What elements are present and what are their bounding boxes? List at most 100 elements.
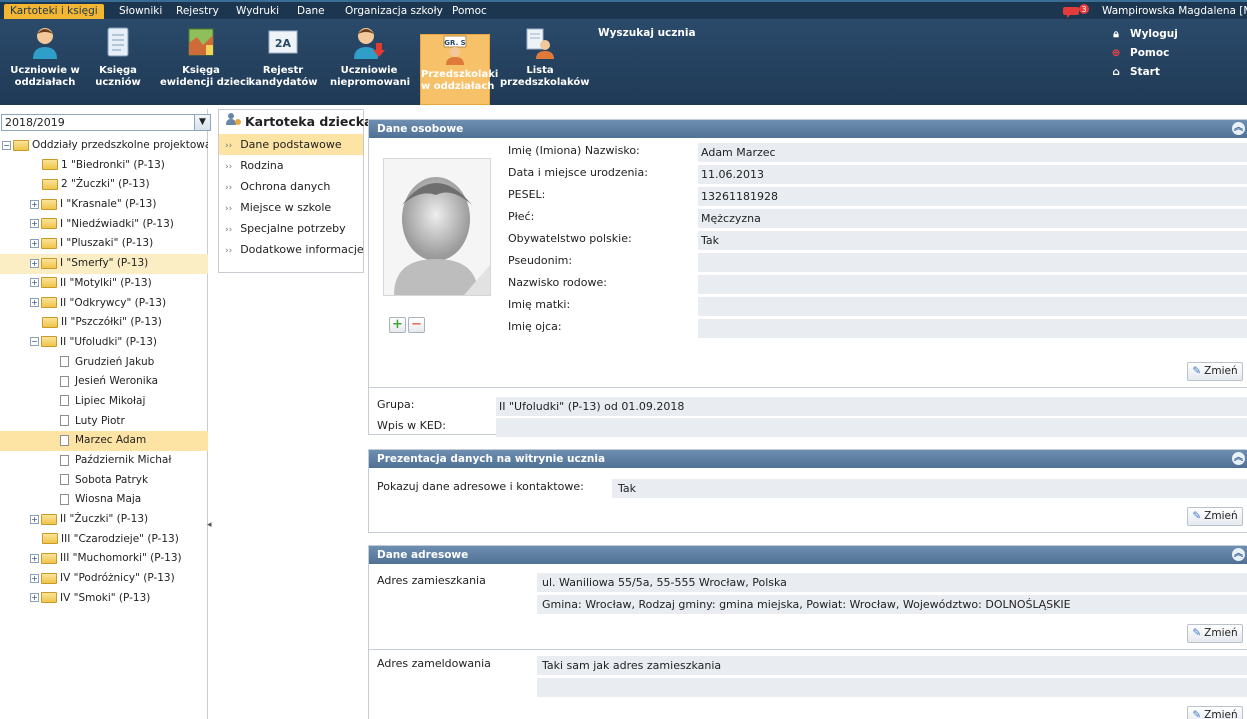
change-residence-button[interactable]: ✎ Zmień — [1187, 624, 1243, 643]
non-promoted-pupils-button[interactable]: Uczniowie niepromowani — [330, 25, 410, 103]
field-value: 13261181928 — [698, 187, 1247, 206]
pupils-in-classes-button[interactable]: Uczniowie w oddziałach — [10, 25, 80, 103]
change-personal-button[interactable]: ✎ Zmień — [1187, 362, 1243, 381]
school-year-select[interactable]: 2018/2019 ▼ — [1, 114, 211, 131]
tab-item[interactable]: ›› Rodzina — [219, 155, 363, 176]
children-register-book-button[interactable]: Księga ewidencji dzieci — [160, 25, 249, 103]
field-value: Mężczyzna — [698, 209, 1247, 228]
list-pupils-icon — [526, 28, 554, 59]
preschoolers-list-button[interactable]: Lista przedszkolaków — [500, 25, 590, 103]
preschoolers-in-classes-button[interactable]: GR. S Przedszkolaki w oddziałach — [420, 34, 499, 105]
expand-node-icon[interactable]: + — [30, 553, 39, 563]
tree-pupil[interactable]: Grudzień Jakub — [0, 353, 208, 373]
expand-node-icon[interactable]: + — [30, 258, 39, 268]
tab-item[interactable]: ›› Specjalne potrzeby — [219, 218, 363, 239]
divider — [369, 649, 1247, 650]
tab-item[interactable]: ›› Miejsce w szkole — [219, 197, 363, 218]
pupil-down-icon — [354, 28, 385, 59]
tree-group[interactable]: + I "Krasnale" (P-13) — [0, 195, 208, 215]
tree-group[interactable]: + IV "Smoki" (P-13) — [0, 589, 208, 609]
folder-icon — [41, 218, 57, 230]
tree-group[interactable]: + II "Motylki" (P-13) — [0, 274, 208, 294]
pencil-icon: ✎ — [1192, 510, 1202, 522]
tree-pupil[interactable]: Luty Piotr — [0, 412, 208, 432]
expand-node-icon[interactable]: + — [30, 514, 39, 524]
tree-group[interactable]: II "Pszczółki" (P-13) — [0, 313, 208, 333]
chevron-down-icon[interactable]: ▼ — [194, 115, 210, 130]
menu-item[interactable]: Wydruki — [230, 4, 285, 19]
tree-group[interactable]: + III "Muchomorki" (P-13) — [0, 549, 208, 569]
menu-item[interactable]: Rejestry — [170, 4, 225, 19]
menu-item[interactable]: Kartoteki i księgi — [4, 4, 104, 19]
pupils-book-button[interactable]: Księga uczniów — [88, 25, 148, 103]
tree-group[interactable]: 2 "Żuczki" (P-13) — [0, 175, 208, 195]
double-chevron-icon: ›› — [225, 225, 233, 235]
tree-node-label: Lipiec Mikołaj — [75, 394, 146, 407]
tree-group[interactable]: + II "Odkrywcy" (P-13) — [0, 294, 208, 314]
section-title: Prezentacja danych na witrynie ucznia — [377, 453, 606, 465]
remove-photo-button[interactable]: − — [408, 317, 425, 333]
toolbar-label: Przedszkolaki w oddziałach — [421, 69, 499, 92]
tree-node-label: III "Muchomorki" (P-13) — [60, 552, 182, 565]
collapse-icon[interactable]: ︽ — [1232, 452, 1245, 465]
add-photo-button[interactable]: + — [389, 317, 406, 333]
menu-item[interactable]: Dane — [291, 4, 331, 19]
help-link[interactable]: ⊕ Pomoc — [1108, 44, 1178, 63]
section-header: Prezentacja danych na witrynie ucznia ︽ — [369, 450, 1247, 468]
user-name[interactable]: Wampirowska Magdalena [MV — [1102, 4, 1247, 19]
expand-node-icon[interactable]: + — [30, 219, 39, 229]
change-presentation-button[interactable]: ✎ Zmień — [1187, 507, 1243, 526]
tree-group[interactable]: III "Czarodzieje" (P-13) — [0, 530, 208, 550]
tab-item[interactable]: ›› Dane podstawowe — [219, 134, 363, 155]
messages-icon[interactable]: 3 — [1063, 4, 1093, 19]
start-link[interactable]: ⌂ Start — [1108, 63, 1178, 82]
tree-pupil[interactable]: Październik Michał — [0, 451, 208, 471]
change-registration-button[interactable]: ✎ Zmień — [1187, 706, 1243, 719]
expand-node-icon[interactable]: + — [30, 593, 39, 603]
collapse-icon[interactable]: ︽ — [1232, 548, 1245, 561]
change-label: Zmień — [1204, 709, 1238, 719]
menu-item[interactable]: Pomoc — [446, 4, 493, 19]
logout-link[interactable]: 🔒︎ Wyloguj — [1108, 25, 1178, 44]
tab-item[interactable]: ›› Dodatkowe informacje — [219, 239, 364, 260]
toolbar-label: Księga uczniów — [95, 65, 141, 88]
expand-node-icon[interactable]: + — [30, 199, 39, 209]
field-value: Adam Marzec — [698, 143, 1247, 162]
expand-node-icon[interactable]: + — [30, 278, 39, 288]
residence-line2: Gmina: Wrocław, Rodzaj gminy: gmina miej… — [537, 595, 1247, 614]
tree-group[interactable]: 1 "Biedronki" (P-13) — [0, 156, 208, 176]
collapse-panel-handle[interactable]: ◂ — [207, 520, 213, 532]
expand-node-icon[interactable]: + — [30, 573, 39, 583]
tree-root[interactable]: − Oddziały przedszkolne projektowa — [0, 136, 208, 156]
collapse-node-icon[interactable]: − — [30, 337, 39, 347]
menu-bar: Kartoteki i księgi Słowniki Rejestry Wydruk… — [0, 0, 1247, 19]
expand-node-icon[interactable]: + — [30, 298, 39, 307]
tree-group[interactable]: + I "Niedźwiadki" (P-13) — [0, 215, 208, 235]
tree-pupil[interactable]: Marzec Adam — [0, 431, 208, 451]
candidates-register-button[interactable]: 2A Rejestr kandydatów — [248, 25, 318, 103]
tree-pupil[interactable]: Jesień Weronika — [0, 372, 208, 392]
tree-group[interactable]: + II "Żuczki" (P-13) — [0, 510, 208, 530]
search-pupil-link[interactable]: Wyszukaj ucznia — [598, 27, 696, 39]
tree-pupil[interactable]: Wiosna Maja — [0, 490, 208, 510]
field-label: PESEL: — [508, 188, 546, 201]
registration-label: Adres zameldowania — [377, 657, 491, 670]
lock-icon: 🔒︎ — [1113, 28, 1119, 40]
tree-node-label: I "Niedźwiadki" (P-13) — [60, 217, 174, 230]
tree-group[interactable]: + I "Smerfy" (P-13) — [0, 254, 208, 274]
field-value — [698, 253, 1247, 272]
registration-line2 — [537, 678, 1247, 697]
menu-item[interactable]: Słowniki — [113, 4, 168, 19]
expand-node-icon[interactable]: + — [30, 238, 39, 248]
tab-item[interactable]: ›› Ochrona danych — [219, 176, 363, 197]
toolbar-label: Rejestr kandydatów — [248, 65, 318, 88]
menu-item[interactable]: Organizacja szkoły — [339, 4, 449, 19]
tree-pupil[interactable]: Sobota Patryk — [0, 471, 208, 491]
double-chevron-icon: ›› — [225, 141, 233, 151]
tree-group[interactable]: + I "Pluszaki" (P-13) — [0, 234, 208, 254]
tree-pupil[interactable]: Lipiec Mikołaj — [0, 392, 208, 412]
tree-group[interactable]: − II "Ufoludki" (P-13) — [0, 333, 208, 353]
tree-group[interactable]: + IV "Podróżnicy" (P-13) — [0, 569, 208, 589]
collapse-icon[interactable]: ︽ — [1232, 122, 1245, 135]
collapse-node-icon[interactable]: − — [2, 140, 11, 150]
